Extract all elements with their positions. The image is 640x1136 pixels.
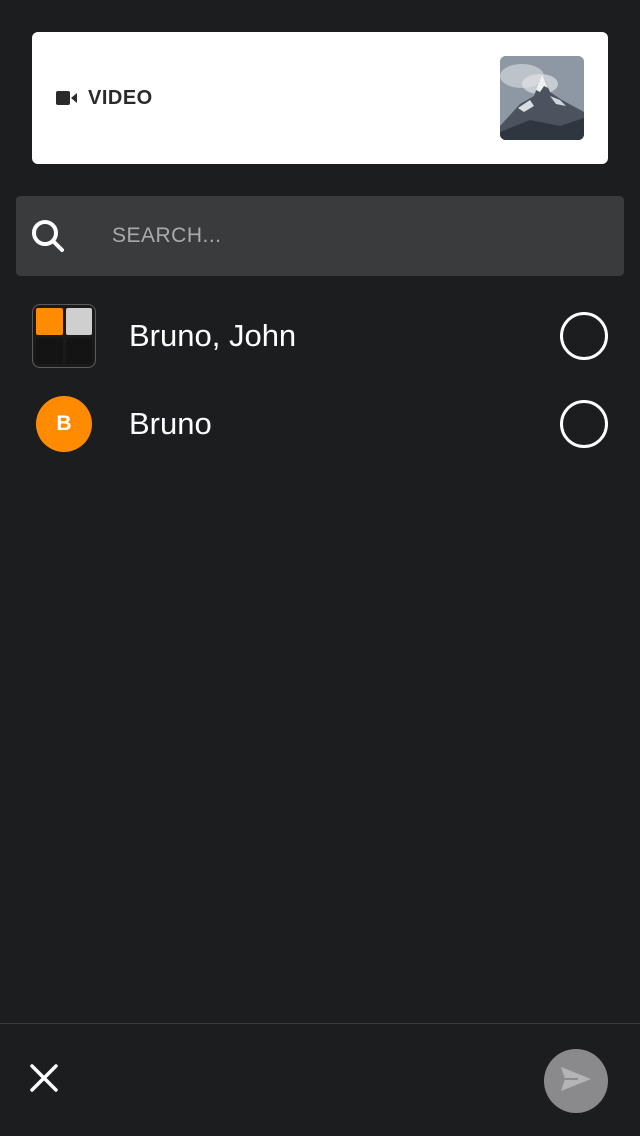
avatar: B bbox=[36, 396, 92, 452]
select-radio[interactable] bbox=[560, 312, 608, 360]
video-camera-icon bbox=[56, 90, 78, 106]
share-screen: VIDEO SEARCH... Bruno, John B Bruno bbox=[0, 0, 640, 1136]
group-avatar bbox=[32, 304, 96, 368]
search-input[interactable] bbox=[112, 224, 572, 248]
send-icon bbox=[560, 1065, 592, 1098]
video-thumbnail bbox=[500, 56, 584, 140]
close-button[interactable] bbox=[26, 1062, 62, 1098]
close-icon bbox=[29, 1063, 59, 1098]
media-type: VIDEO bbox=[56, 87, 500, 110]
send-button[interactable] bbox=[544, 1049, 608, 1113]
contact-row-bruno[interactable]: B Bruno bbox=[0, 380, 640, 468]
select-radio[interactable] bbox=[560, 400, 608, 448]
media-type-label: VIDEO bbox=[88, 86, 153, 109]
media-preview-card: VIDEO bbox=[32, 32, 608, 164]
contact-name: Bruno bbox=[129, 406, 212, 441]
contact-name: Bruno, John bbox=[129, 318, 297, 353]
bottom-bar bbox=[0, 1023, 640, 1136]
search-icon bbox=[31, 219, 65, 253]
search-bar[interactable] bbox=[16, 196, 624, 276]
contact-row-bruno-john[interactable]: Bruno, John bbox=[0, 292, 640, 380]
